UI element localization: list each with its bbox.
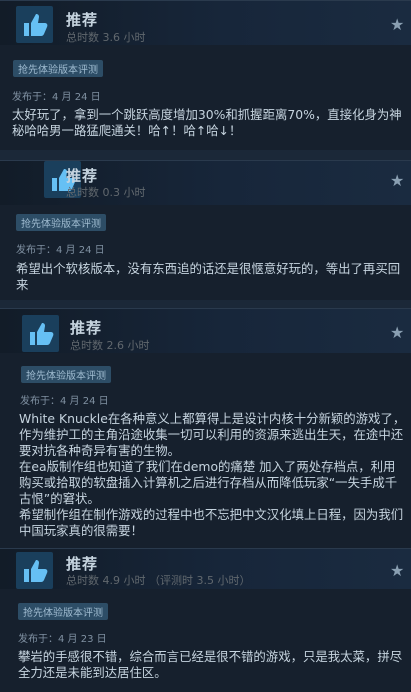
review-verdict: 推荐 bbox=[66, 167, 99, 185]
posted-date: 发布于：4 月 24 日 bbox=[20, 396, 109, 407]
review-verdict: 推荐 bbox=[66, 11, 99, 29]
award-star-icon[interactable]: ★ bbox=[390, 173, 404, 189]
review-body: 太好玩了，拿到一个跳跃高度增加30%和抓握距离70%，直接化身为神秘哈哈男一路猛… bbox=[12, 107, 404, 139]
review-card: 推荐 总时数 0.3 小时 ★ 抢先体验版本评测 发布于：4 月 24 日 希望… bbox=[0, 160, 411, 300]
award-star-icon[interactable]: ★ bbox=[390, 325, 404, 341]
review-header: 推荐 总时数 2.6 小时 ★ bbox=[0, 309, 411, 353]
review-paragraph: 在ea版制作组也知道了我们在demo的痛楚 加入了两处存档点，利用购买或拾取的软… bbox=[19, 459, 398, 506]
review-card: 推荐 总时数 3.6 小时 ★ 抢先体验版本评测 发布于：4 月 24 日 太好… bbox=[0, 0, 411, 150]
review-header: 推荐 总时数 4.9 小时 （评测时 3.5 小时） ★ bbox=[0, 549, 411, 589]
review-verdict: 推荐 bbox=[70, 319, 103, 337]
posted-date: 发布于：4 月 24 日 bbox=[16, 245, 105, 256]
review-header: 推荐 总时数 3.6 小时 ★ bbox=[0, 1, 411, 45]
thumbs-up-icon bbox=[16, 552, 53, 589]
review-hours: 总时数 0.3 小时 bbox=[66, 186, 146, 199]
review-paragraph: 攀岩的手感很不错，综合而言已经是很不错的游戏，只是我太菜，拼尽全力还是未能到达居… bbox=[18, 649, 403, 680]
review-header: 推荐 总时数 0.3 小时 ★ bbox=[0, 161, 411, 205]
review-hours: 总时数 4.9 小时 （评测时 3.5 小时） bbox=[66, 574, 251, 587]
review-paragraph: White Knuckle在各种意义上都算得上是设计内核十分新颖的游戏了，作为维… bbox=[19, 411, 406, 458]
award-star-icon[interactable]: ★ bbox=[390, 563, 404, 579]
posted-date: 发布于：4 月 24 日 bbox=[12, 92, 101, 103]
early-access-badge: 抢先体验版本评测 bbox=[21, 366, 111, 383]
review-verdict: 推荐 bbox=[66, 555, 99, 573]
early-access-badge: 抢先体验版本评测 bbox=[16, 214, 106, 231]
award-star-icon[interactable]: ★ bbox=[390, 17, 404, 33]
review-paragraph: 希望出个软核版本，没有东西追的话还是很惬意好玩的，等出了再买回来 bbox=[16, 261, 401, 292]
review-paragraph: 希望制作组在制作游戏的过程中也不忘把中文汉化填上日程，因为我们中国玩家真的很需要… bbox=[19, 507, 404, 538]
thumbs-up-icon bbox=[22, 315, 59, 352]
thumbs-up-icon bbox=[16, 6, 53, 43]
early-access-badge: 抢先体验版本评测 bbox=[13, 60, 103, 77]
review-hours: 总时数 2.6 小时 bbox=[70, 339, 150, 352]
review-card: 推荐 总时数 2.6 小时 ★ 抢先体验版本评测 发布于：4 月 24 日 Wh… bbox=[0, 308, 411, 548]
review-body: 希望出个软核版本，没有东西追的话还是很惬意好玩的，等出了再买回来 bbox=[16, 261, 406, 293]
posted-date: 发布于：4 月 23 日 bbox=[18, 634, 107, 645]
review-card: 推荐 总时数 4.9 小时 （评测时 3.5 小时） ★ 抢先体验版本评测 发布… bbox=[0, 548, 411, 692]
early-access-badge: 抢先体验版本评测 bbox=[18, 603, 108, 620]
review-body: White Knuckle在各种意义上都算得上是设计内核十分新颖的游戏了，作为维… bbox=[19, 411, 407, 539]
review-body: 攀岩的手感很不错，综合而言已经是很不错的游戏，只是我太菜，拼尽全力还是未能到达居… bbox=[18, 649, 406, 681]
review-paragraph: 太好玩了，拿到一个跳跃高度增加30%和抓握距离70%，直接化身为神秘哈哈男一路猛… bbox=[12, 107, 402, 138]
review-hours: 总时数 3.6 小时 bbox=[66, 31, 146, 44]
